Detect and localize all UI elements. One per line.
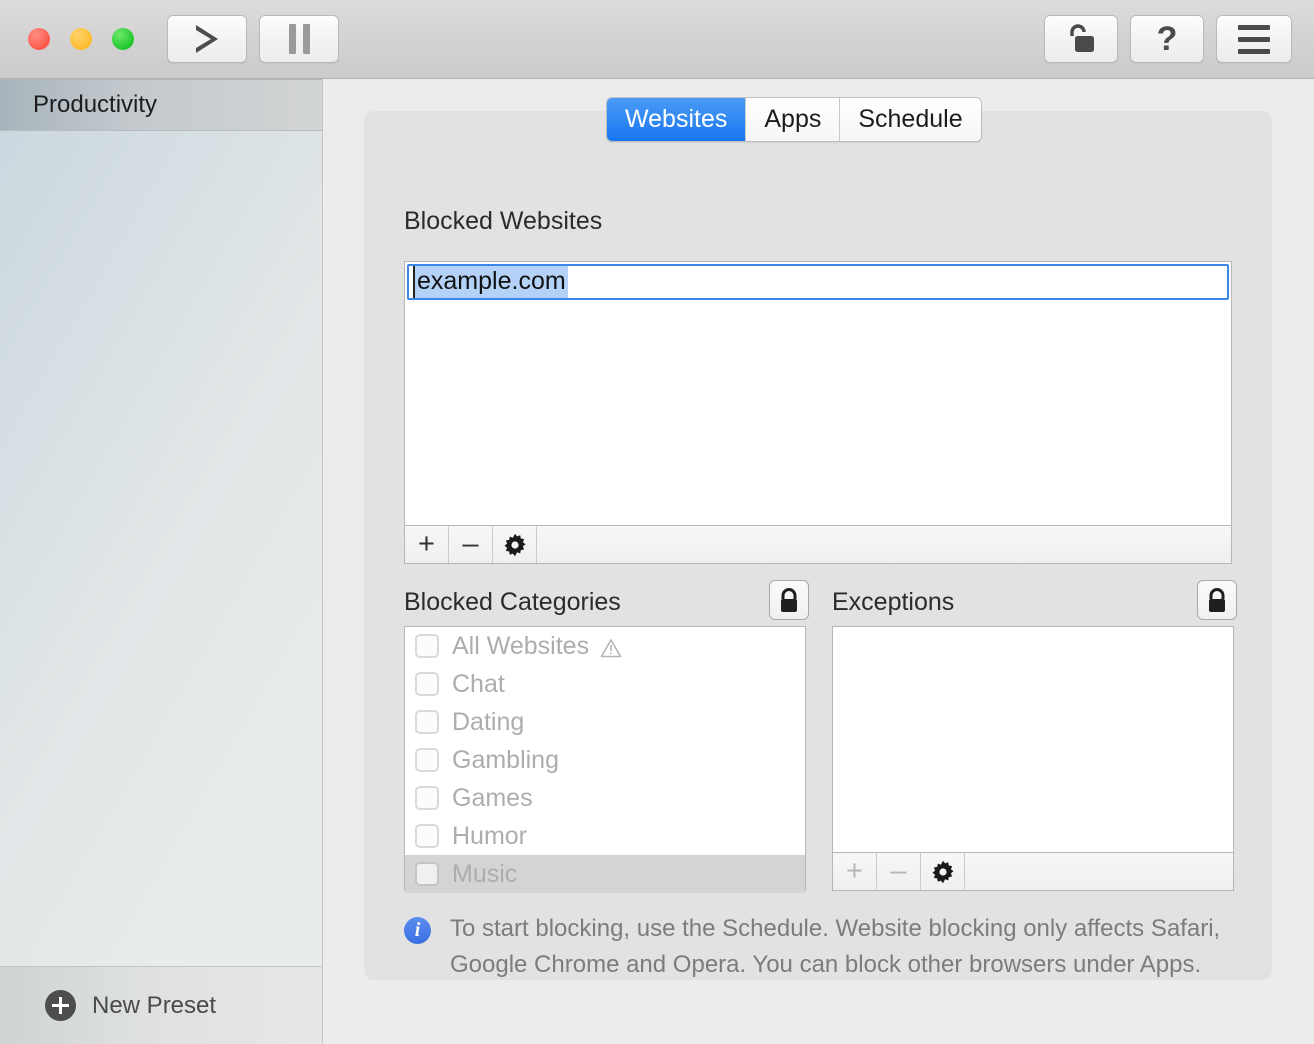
- exceptions-list[interactable]: [832, 626, 1234, 853]
- exceptions-toolbar: + –: [832, 853, 1234, 891]
- exception-options-button[interactable]: [921, 853, 965, 890]
- exceptions-lock-wrapper: [1197, 580, 1237, 620]
- menu-button[interactable]: [1216, 15, 1292, 63]
- content-area: Websites Apps Schedule Blocked Websites …: [324, 79, 1314, 1044]
- blocked-categories-lock-wrapper: [769, 580, 809, 620]
- category-label: Dating: [452, 708, 524, 737]
- minus-icon: –: [890, 857, 906, 886]
- checkbox-music[interactable]: [415, 862, 439, 886]
- tab-websites[interactable]: Websites: [607, 98, 746, 141]
- toolbar-spacer: [965, 853, 1233, 890]
- lock-icon: [777, 587, 801, 614]
- titlebar-right-group: ?: [1044, 15, 1292, 63]
- tab-apps-label: Apps: [764, 105, 821, 134]
- zoom-button[interactable]: [112, 28, 134, 50]
- checkbox-dating[interactable]: [415, 710, 439, 734]
- gear-icon: [503, 533, 527, 557]
- category-label: Gambling: [452, 746, 559, 775]
- settings-panel: Websites Apps Schedule Blocked Websites …: [364, 111, 1272, 980]
- sidebar: Productivity New Preset: [0, 79, 323, 1044]
- play-button[interactable]: [167, 15, 247, 63]
- traffic-light-group: [28, 28, 134, 50]
- pause-icon: [289, 24, 310, 54]
- tab-bar: Websites Apps Schedule: [606, 97, 982, 142]
- tab-schedule[interactable]: Schedule: [840, 98, 980, 141]
- info-icon: i: [404, 917, 431, 944]
- category-row-music[interactable]: Music: [405, 855, 805, 893]
- close-button[interactable]: [28, 28, 50, 50]
- category-label: Music: [452, 860, 517, 889]
- sidebar-item-label: Productivity: [33, 91, 157, 119]
- category-row-chat[interactable]: Chat: [405, 665, 805, 703]
- blocked-categories-lock-button[interactable]: [769, 580, 809, 620]
- lock-icon: [1205, 587, 1229, 614]
- category-row-dating[interactable]: Dating: [405, 703, 805, 741]
- blocked-website-row[interactable]: example.com: [407, 264, 1229, 300]
- unlock-button[interactable]: [1044, 15, 1118, 63]
- titlebar: ?: [0, 0, 1314, 79]
- blocked-categories-heading: Blocked Categories: [404, 588, 621, 617]
- info-note: i To start blocking, use the Schedule. W…: [404, 911, 1224, 983]
- category-label: Humor: [452, 822, 527, 851]
- add-website-button[interactable]: +: [405, 526, 449, 563]
- blocked-categories-list[interactable]: All Websites Chat Dating: [404, 626, 806, 891]
- website-options-button[interactable]: [493, 526, 537, 563]
- plus-circle-icon: [45, 990, 76, 1021]
- pause-button[interactable]: [259, 15, 339, 63]
- checkbox-chat[interactable]: [415, 672, 439, 696]
- blocked-websites-list[interactable]: example.com: [404, 261, 1232, 526]
- category-row-humor[interactable]: Humor: [405, 817, 805, 855]
- hamburger-menu-icon: [1238, 25, 1270, 54]
- tab-schedule-label: Schedule: [858, 105, 962, 134]
- warning-triangle-icon: [600, 636, 622, 656]
- minus-icon: –: [462, 530, 478, 559]
- checkbox-gambling[interactable]: [415, 748, 439, 772]
- category-label: Chat: [452, 670, 505, 699]
- category-row-games[interactable]: Games: [405, 779, 805, 817]
- checkbox-all-websites[interactable]: [415, 634, 439, 658]
- minimize-button[interactable]: [70, 28, 92, 50]
- category-label: All Websites: [452, 632, 589, 661]
- question-mark-icon: ?: [1157, 22, 1178, 56]
- blocked-websites-heading: Blocked Websites: [404, 207, 602, 236]
- app-window: ? Productivity New Preset Websites App: [0, 0, 1314, 1044]
- info-note-text: To start blocking, use the Schedule. Web…: [450, 911, 1224, 983]
- remove-website-button[interactable]: –: [449, 526, 493, 563]
- add-exception-button[interactable]: +: [833, 853, 877, 890]
- category-row-gambling[interactable]: Gambling: [405, 741, 805, 779]
- tab-websites-label: Websites: [625, 105, 727, 134]
- plus-icon: +: [846, 857, 863, 886]
- help-button[interactable]: ?: [1130, 15, 1204, 63]
- new-preset-button[interactable]: New Preset: [0, 966, 323, 1044]
- unlock-icon: [1066, 22, 1096, 56]
- gear-icon: [931, 860, 955, 884]
- blocked-website-input[interactable]: example.com: [413, 266, 568, 298]
- checkbox-games[interactable]: [415, 786, 439, 810]
- exceptions-heading: Exceptions: [832, 588, 954, 617]
- new-preset-label: New Preset: [92, 992, 216, 1020]
- category-row-all-websites[interactable]: All Websites: [405, 627, 805, 665]
- toolbar-spacer: [537, 526, 1231, 563]
- exceptions-lock-button[interactable]: [1197, 580, 1237, 620]
- blocked-websites-toolbar: + –: [404, 526, 1232, 564]
- checkbox-humor[interactable]: [415, 824, 439, 848]
- tab-apps[interactable]: Apps: [746, 98, 840, 141]
- category-label: Games: [452, 784, 533, 813]
- remove-exception-button[interactable]: –: [877, 853, 921, 890]
- sidebar-item-productivity[interactable]: Productivity: [0, 79, 322, 131]
- play-icon: [196, 25, 218, 53]
- plus-icon: +: [418, 530, 435, 559]
